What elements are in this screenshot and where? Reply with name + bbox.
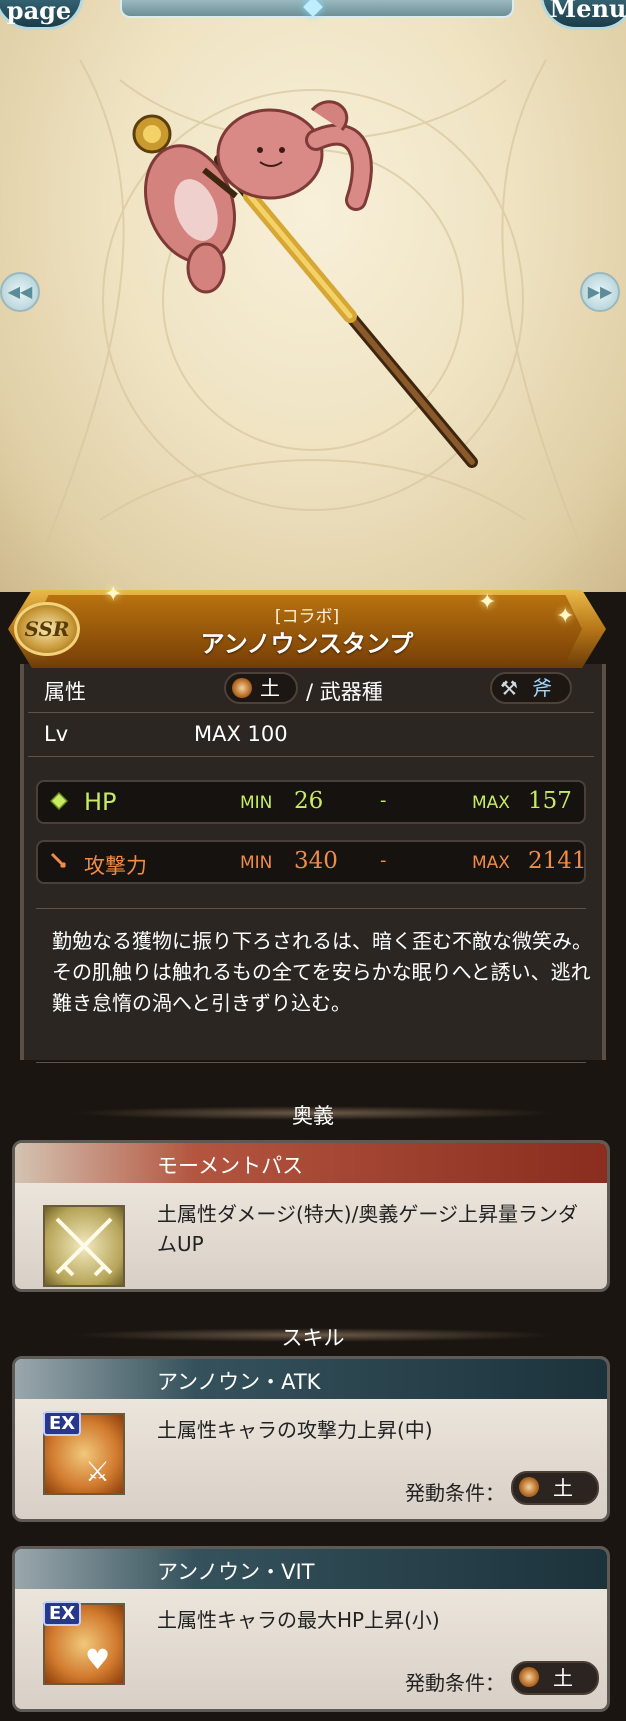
attack-dash: - (380, 850, 387, 871)
ex-tag: EX (43, 1411, 82, 1436)
earth-element-icon (519, 1477, 539, 1497)
condition-label: 発動条件： (405, 1481, 505, 1505)
sparkle-icon: ✦ (556, 604, 575, 629)
condition-badge: 土 (511, 1661, 599, 1695)
ougi-card: モーメントパス 土属性ダメージ(特大)/奥義ゲージ上昇量ランダムUP (12, 1140, 610, 1292)
sparkle-icon: ✦ (104, 582, 123, 607)
hp-dash: - (380, 790, 387, 811)
condition-value: 土 (553, 1666, 573, 1690)
divider (36, 908, 586, 909)
skill-heart-icon: EX ♥ (43, 1601, 125, 1685)
page-button[interactable]: page (0, 0, 84, 30)
attack-max-label: MAX (472, 853, 510, 873)
sword-icon: ⚔ (85, 1455, 111, 1488)
attribute-row: 属性 土 / 武器種 ⚒ 斧 (28, 668, 594, 712)
weapon-description: 勤勉なる獲物に振り下ろされるは、暗く歪む不敵な微笑み。その肌触りは触れるもの全て… (52, 929, 592, 1015)
hp-label: HP (84, 788, 117, 816)
next-arrow-icon[interactable]: ▶▶ (580, 272, 620, 312)
weapon-name: アンノウンスタンプ (200, 630, 414, 658)
sword-icon (50, 852, 67, 869)
ougi-description: 土属性ダメージ(特大)/奥義ゲージ上昇量ランダムUP (157, 1202, 578, 1256)
crossed-swords-icon (43, 1205, 125, 1287)
weapon-type-badge: ⚒ 斧 (490, 672, 572, 704)
condition-value: 土 (553, 1476, 573, 1500)
hp-stat-bar: HP MIN 26 - MAX 157 (36, 780, 586, 824)
divider (36, 1062, 586, 1063)
earth-element-icon (519, 1667, 539, 1687)
attribute-badge: 土 (224, 672, 298, 704)
level-label: Lv (44, 722, 69, 746)
attribute-label: 属性 (44, 680, 86, 704)
skill-name: アンノウン・ATK (157, 1370, 321, 1394)
ougi-card-header: モーメントパス (15, 1143, 607, 1183)
attack-max-value: 2141 (528, 848, 587, 874)
weapon-type-value: 斧 (532, 676, 552, 700)
skill-description: 土属性キャラの最大HP上昇(小) (157, 1608, 440, 1632)
sparkle-icon: ✦ (478, 590, 497, 615)
attack-label: 攻撃力 (84, 854, 147, 878)
earth-element-icon (232, 678, 252, 698)
weapon-image (132, 100, 478, 468)
ex-tag: EX (43, 1601, 82, 1626)
previous-arrow-icon[interactable]: ◀◀ (0, 272, 40, 312)
hp-max-label: MAX (472, 793, 510, 813)
skill-name: アンノウン・VIT (157, 1560, 315, 1584)
weapon-name-banner: SSR [コラボ] アンノウンスタンプ ✦ ✦ ✦ (8, 582, 606, 668)
attack-min-value: 340 (294, 848, 338, 874)
divider (28, 756, 594, 757)
weapon-detail-page: page Menu ◀◀ ▶▶ SSR [コラボ] アンノウンスタンプ ✦ ✦ … (0, 0, 626, 1721)
skill-section-header: スキル (0, 1318, 626, 1352)
skill-card: アンノウン・VIT EX ♥ 土属性キャラの最大HP上昇(小) 発動条件： 土 (12, 1546, 610, 1712)
hp-min-label: MIN (240, 793, 273, 813)
attack-stat-bar: 攻撃力 MIN 340 - MAX 2141 (36, 840, 587, 884)
weapon-artwork-area: page Menu ◀◀ ▶▶ (0, 0, 626, 592)
menu-button[interactable]: Menu (540, 0, 626, 30)
hp-min-value: 26 (294, 788, 324, 814)
skill-description: 土属性キャラの攻撃力上昇(中) (157, 1418, 433, 1442)
condition-label: 発動条件： (405, 1671, 505, 1695)
attribute-value: 土 (260, 676, 280, 700)
level-value: MAX 100 (194, 722, 288, 746)
hp-max-value: 157 (528, 788, 572, 814)
crossed-swords-glyph (55, 1217, 113, 1277)
heart-icon: ♥ (85, 1643, 111, 1676)
top-bar: page Menu (0, 0, 626, 40)
skill-attack-icon: EX ⚔ (43, 1411, 125, 1495)
skill-card-header: アンノウン・VIT (15, 1549, 607, 1589)
divider (28, 712, 594, 713)
level-row: Lv MAX 100 (28, 714, 594, 758)
condition-badge: 土 (511, 1471, 599, 1505)
hp-diamond-icon (50, 792, 68, 810)
attack-min-label: MIN (240, 853, 273, 873)
ougi-name: モーメントパス (157, 1154, 304, 1178)
weapon-type-label: / 武器種 (306, 680, 383, 704)
skill-section-title: スキル (281, 1326, 345, 1350)
ougi-section-header: 奥義 (0, 1096, 626, 1130)
axe-icon: ⚒ (500, 676, 518, 700)
skill-card-header: アンノウン・ATK (15, 1359, 607, 1399)
skill-card: アンノウン・ATK EX ⚔ 土属性キャラの攻撃力上昇(中) 発動条件： 土 (12, 1356, 610, 1522)
ougi-section-title: 奥義 (292, 1104, 334, 1128)
